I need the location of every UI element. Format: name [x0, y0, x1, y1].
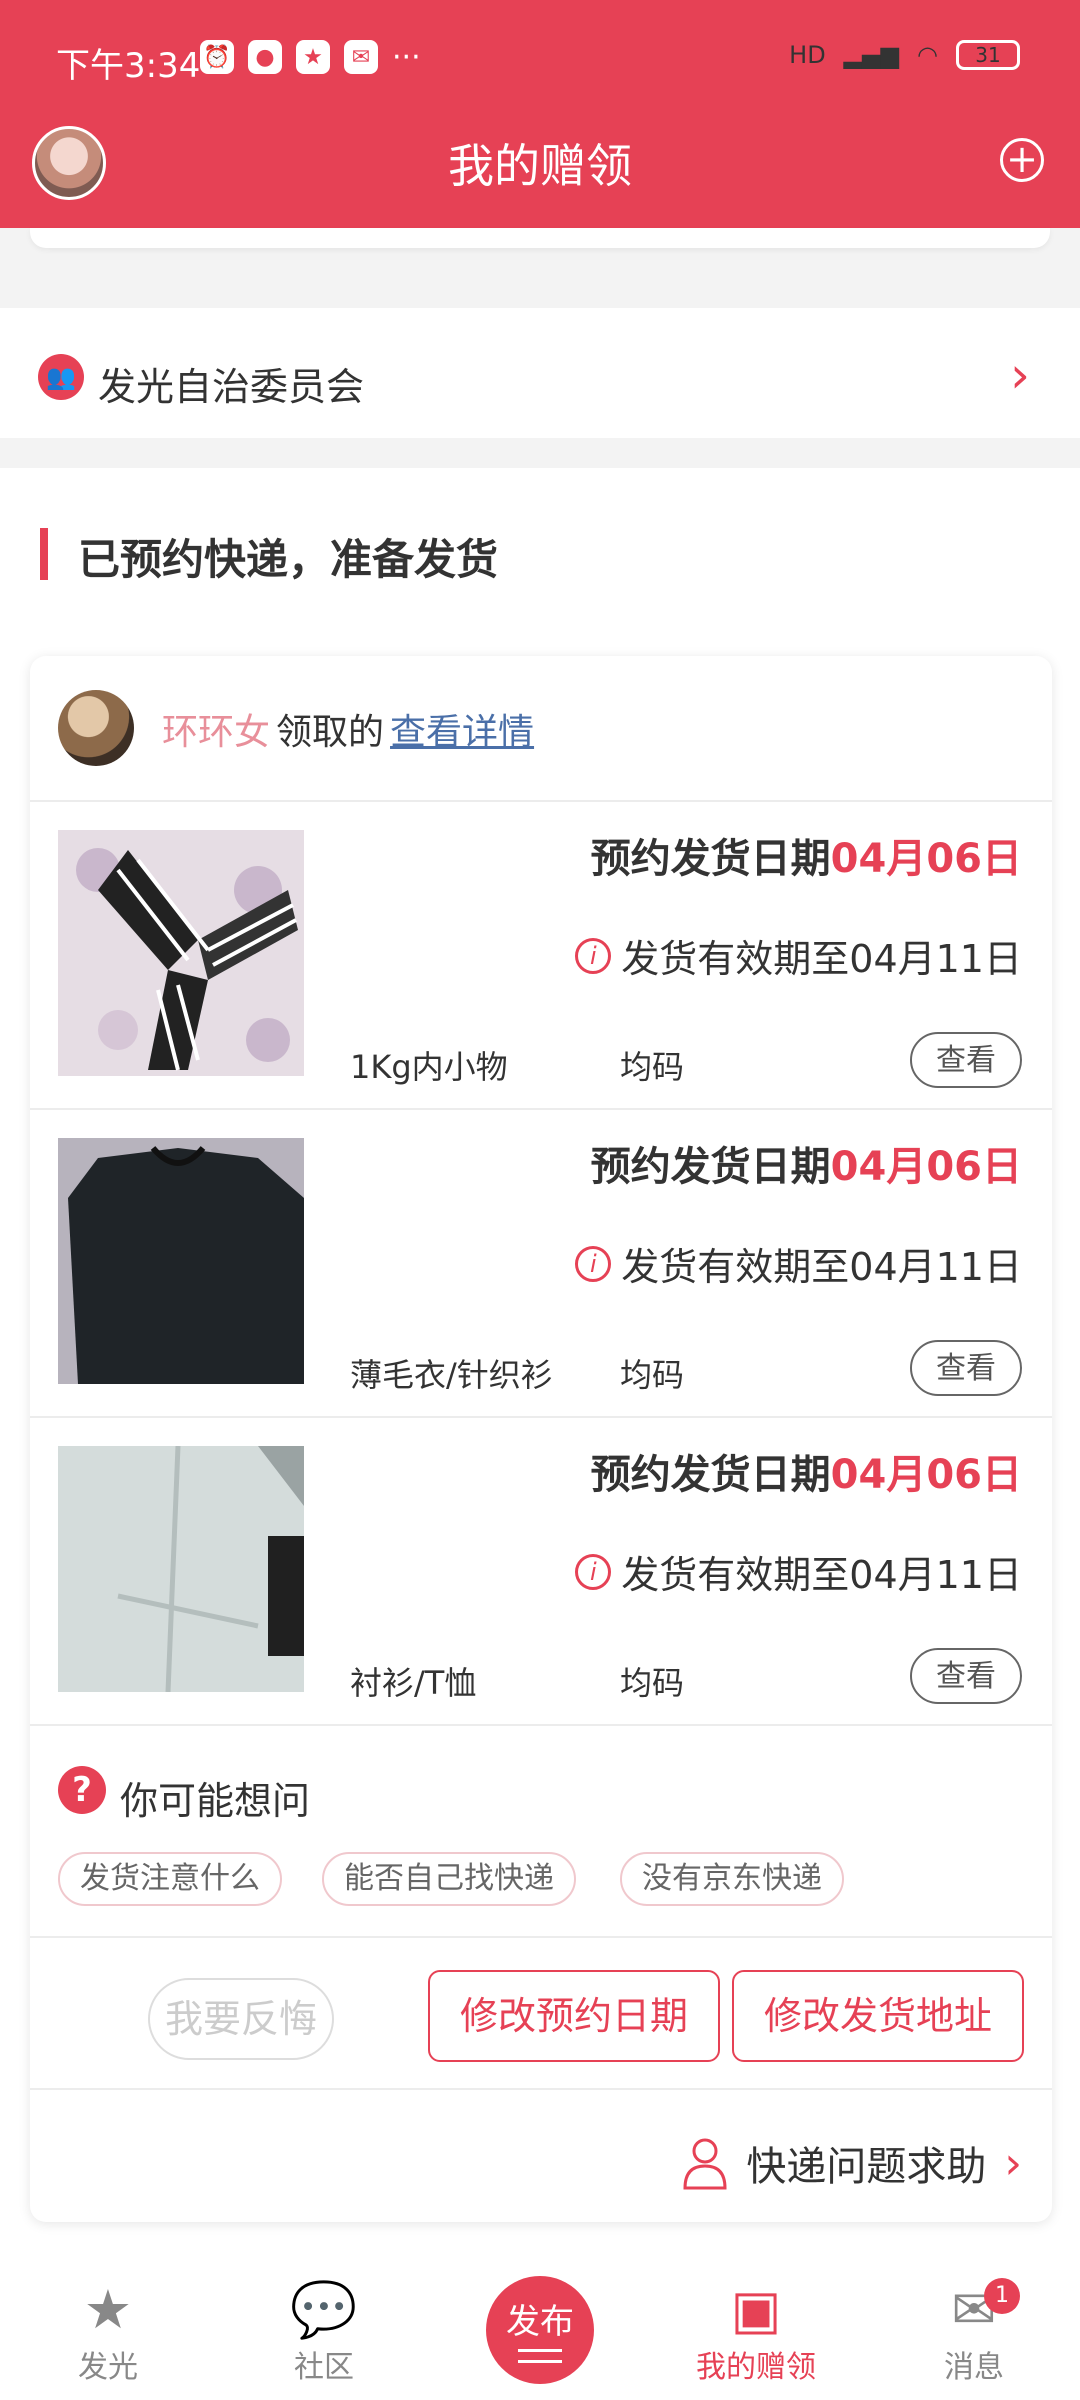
info-icon: i — [575, 937, 612, 974]
claimer-name[interactable]: 环环女 — [162, 712, 270, 753]
view-button[interactable]: 查看 — [910, 1032, 1022, 1088]
validity-row: i 发货有效期至04月11日 — [575, 1236, 1022, 1291]
alarm-icon: ⏰ — [200, 40, 234, 74]
wifi-icon: ◠ — [917, 41, 938, 69]
tab-glow[interactable]: ★ 发光 — [38, 2278, 178, 2386]
status-app-icons: ⏰ ● ★ ✉ ··· — [200, 40, 421, 75]
tab-label: 社区 — [294, 2350, 354, 2385]
faq-chip[interactable]: 能否自己找快递 — [322, 1852, 576, 1906]
divider — [30, 800, 1052, 802]
item-thumbnail[interactable] — [58, 830, 304, 1076]
claimer-line: 环环女 领取的 查看详情 — [162, 703, 534, 755]
shirt-image — [58, 1445, 304, 1693]
validity-text: 发货有效期至04月11日 — [621, 1245, 1022, 1289]
star-app-icon: ★ — [296, 40, 330, 74]
previous-card-bottom — [30, 228, 1050, 248]
courier-help-label: 快递问题求助 — [746, 2144, 987, 2190]
faq-chip[interactable]: 没有京东快递 — [620, 1852, 844, 1906]
claimer-middle-text: 领取的 — [276, 712, 385, 753]
divider — [30, 1416, 1052, 1418]
committee-label: 发光自治委员会 — [98, 365, 365, 409]
camera-app-icon: ● — [248, 40, 282, 74]
status-time: 下午3:34 — [56, 46, 201, 86]
claimer-avatar[interactable] — [58, 690, 134, 766]
item-size: 均码 — [620, 1356, 685, 1394]
scarf-image — [76, 848, 298, 1071]
ship-date: 预约发货日期04月06日 — [591, 826, 1022, 884]
notification-badge: 1 — [984, 2278, 1020, 2314]
signal-icon: HD — [789, 41, 826, 69]
item-category: 衬衫/T恤 — [350, 1664, 477, 1702]
ship-date-value: 04月06日 — [830, 1144, 1022, 1190]
info-icon: i — [575, 1553, 612, 1590]
wechat-icon: ✉ — [344, 40, 378, 74]
divider — [30, 2088, 1052, 2090]
chevron-right-icon: › — [1004, 2137, 1022, 2189]
signal-bars-icon: ▂▄▆ — [843, 41, 900, 69]
item-size: 均码 — [620, 1664, 685, 1702]
view-button[interactable]: 查看 — [910, 1340, 1022, 1396]
item-category: 薄毛衣/针织衫 — [350, 1356, 553, 1394]
validity-row: i 发货有效期至04月11日 — [575, 928, 1022, 983]
faq-title: 你可能想问 — [120, 1779, 311, 1823]
page-title: 我的赠领 — [448, 139, 632, 193]
gift-box-icon: ▣ — [730, 2278, 782, 2341]
section-accent-bar — [40, 528, 48, 580]
committee-icon: 👥 — [38, 354, 84, 400]
chevron-right-icon[interactable]: › — [1010, 346, 1030, 404]
view-details-link[interactable]: 查看详情 — [390, 712, 534, 753]
change-address-button[interactable]: 修改发货地址 — [732, 1970, 1024, 2062]
section-title: 已预约快递，准备发货 — [78, 535, 499, 584]
courier-help-row[interactable]: 快递问题求助 › — [682, 2134, 1022, 2192]
publish-button[interactable]: 发布 — [486, 2276, 594, 2384]
ship-date-label: 预约发货日期 — [590, 836, 831, 882]
status-right: HD ▂▄▆ ◠ 31 — [789, 40, 1020, 70]
divider — [30, 1936, 1052, 1938]
divider — [30, 1724, 1052, 1726]
more-icon: ··· — [392, 40, 421, 75]
add-button[interactable]: + — [1000, 138, 1044, 182]
tab-messages[interactable]: ✉ 消息 — [904, 2278, 1044, 2386]
ship-date: 预约发货日期04月06日 — [591, 1134, 1022, 1192]
publish-icon — [518, 2349, 562, 2363]
sweater-image — [58, 1138, 304, 1384]
divider — [30, 1108, 1052, 1110]
tab-label: 发光 — [78, 2350, 138, 2385]
regret-button[interactable]: 我要反悔 — [148, 1978, 334, 2060]
ship-date-label: 预约发货日期 — [590, 1144, 831, 1190]
change-date-button[interactable]: 修改预约日期 — [428, 1970, 720, 2062]
publish-label: 发布 — [506, 2302, 574, 2342]
person-icon — [683, 2138, 727, 2190]
item-thumbnail[interactable] — [58, 1445, 304, 1693]
tab-label: 消息 — [944, 2350, 1004, 2385]
validity-text: 发货有效期至04月11日 — [621, 937, 1022, 981]
tab-community[interactable]: 💬 社区 — [254, 2278, 394, 2386]
battery-level: 31 — [975, 43, 1001, 67]
info-icon: i — [575, 1245, 612, 1282]
item-thumbnail[interactable] — [58, 1138, 304, 1384]
question-icon: ? — [58, 1766, 106, 1814]
battery-icon: 31 — [956, 40, 1020, 70]
view-button[interactable]: 查看 — [910, 1648, 1022, 1704]
star-icon: ★ — [83, 2278, 133, 2341]
faq-chip[interactable]: 发货注意什么 — [58, 1852, 282, 1906]
mail-icon: ✉ — [951, 2278, 997, 2341]
item-size: 均码 — [620, 1048, 685, 1086]
item-category: 1Kg内小物 — [350, 1048, 508, 1086]
validity-text: 发货有效期至04月11日 — [621, 1553, 1022, 1597]
tab-label: 我的赠领 — [696, 2350, 816, 2385]
ship-date-value: 04月06日 — [830, 836, 1022, 882]
chat-icon: 💬 — [290, 2278, 358, 2341]
ship-date-value: 04月06日 — [830, 1452, 1022, 1498]
ship-date: 预约发货日期04月06日 — [591, 1442, 1022, 1500]
ship-date-label: 预约发货日期 — [590, 1452, 831, 1498]
tab-my-gifts[interactable]: ▣ 我的赠领 — [686, 2278, 826, 2386]
validity-row: i 发货有效期至04月11日 — [575, 1544, 1022, 1599]
